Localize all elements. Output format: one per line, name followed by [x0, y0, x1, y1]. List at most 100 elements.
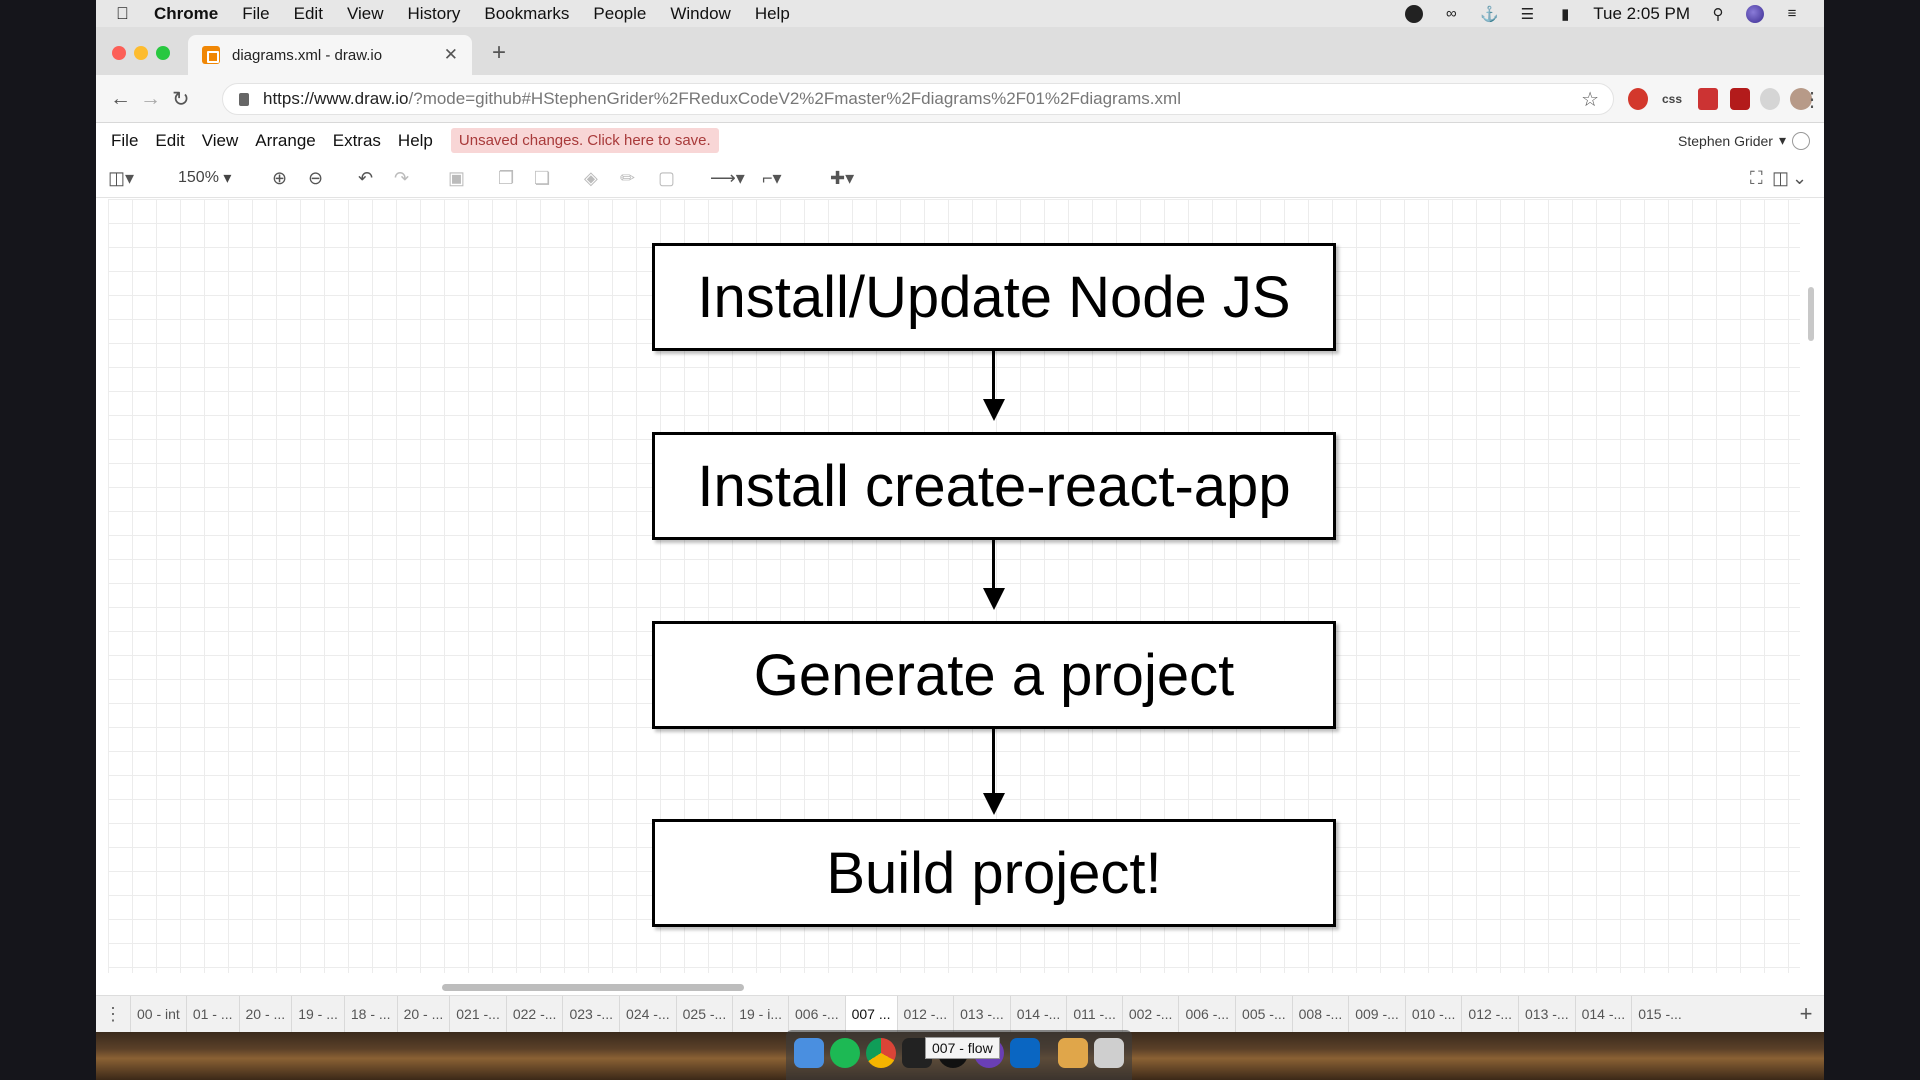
collapse-chevron-icon[interactable]: ⌄: [1792, 167, 1807, 189]
glasses-icon[interactable]: ∞: [1441, 5, 1461, 23]
redo-icon[interactable]: ↷: [394, 167, 409, 189]
page-tab[interactable]: 024 -...: [619, 995, 676, 1032]
folder-icon[interactable]: [1058, 1038, 1088, 1068]
zoom-out-icon[interactable]: ⊖: [308, 167, 323, 189]
page-tab[interactable]: 012 -...: [1461, 995, 1518, 1032]
page-tab[interactable]: 025 -...: [675, 995, 733, 1032]
chrome-icon[interactable]: [866, 1038, 896, 1068]
siri-icon[interactable]: [1746, 4, 1764, 23]
vscode-icon[interactable]: [1010, 1038, 1040, 1068]
format-panel-toggle-icon[interactable]: ◫▾: [108, 167, 134, 189]
page-tab[interactable]: 021 -...: [449, 995, 506, 1032]
chrome-menu-icon[interactable]: ⋮: [1802, 88, 1822, 111]
menubar-edit[interactable]: Edit: [294, 4, 323, 24]
drawio-menu-edit[interactable]: Edit: [155, 131, 184, 151]
spotlight-search-icon[interactable]: ⚲: [1708, 5, 1728, 23]
apple-menu-icon[interactable]: : [116, 4, 136, 24]
fill-color-icon[interactable]: ◈: [584, 167, 598, 189]
page-tab[interactable]: 011 -...: [1066, 995, 1122, 1032]
back-button[interactable]: ←: [110, 87, 131, 111]
drawio-menu-help[interactable]: Help: [398, 131, 433, 151]
page-tab[interactable]: 20 - ...: [396, 995, 450, 1032]
extension-css-icon[interactable]: css: [1658, 88, 1686, 110]
to-back-icon[interactable]: ❏: [534, 167, 550, 189]
window-close-button[interactable]: [112, 46, 126, 60]
user-menu[interactable]: Stephen Grider ▾: [1678, 131, 1810, 150]
horizontal-scrollbar[interactable]: [442, 984, 744, 991]
spotify-icon[interactable]: [830, 1038, 860, 1068]
bookmark-star-icon[interactable]: ☆: [1581, 87, 1599, 112]
extension-grey-icon[interactable]: [1760, 88, 1780, 110]
vertical-scrollbar[interactable]: [1808, 287, 1814, 341]
page-tab[interactable]: 002 -...: [1121, 995, 1179, 1032]
shadow-icon[interactable]: ▢: [658, 167, 675, 189]
insert-plus-icon[interactable]: ✚▾: [830, 167, 854, 189]
page-tab[interactable]: 023 -...: [562, 995, 619, 1032]
menubar-clock[interactable]: Tue 2:05 PM: [1593, 4, 1690, 24]
page-tab[interactable]: 015 -...: [1631, 995, 1688, 1032]
page-tab[interactable]: 19 - i...: [732, 995, 788, 1032]
page-tab[interactable]: 014 -...: [1009, 995, 1067, 1032]
waypoints-icon[interactable]: ⌐▾: [762, 167, 782, 189]
flow-node-install-node[interactable]: Install/Update Node JS: [652, 243, 1336, 351]
split-panel-icon[interactable]: ◫: [1772, 167, 1789, 189]
page-tab[interactable]: 012 -...: [896, 995, 954, 1032]
flow-node-install-cra[interactable]: Install create-react-app: [652, 432, 1336, 540]
drawio-menu-view[interactable]: View: [202, 131, 239, 151]
page-tab[interactable]: 00 - int: [130, 995, 186, 1032]
flow-node-generate-project[interactable]: Generate a project: [652, 621, 1336, 729]
creative-cloud-icon[interactable]: [1405, 4, 1424, 23]
address-bar[interactable]: https://www.draw.io /?mode=github#HSteph…: [222, 83, 1614, 115]
menubar-help[interactable]: Help: [755, 4, 790, 24]
zoom-in-icon[interactable]: ⊕: [272, 167, 287, 189]
page-tab[interactable]: 008 -...: [1291, 995, 1349, 1032]
menubar-app-name[interactable]: Chrome: [154, 4, 218, 24]
page-tab[interactable]: 006 -...: [788, 995, 845, 1032]
extension-ublock-icon[interactable]: [1730, 88, 1750, 110]
line-color-icon[interactable]: ✏: [620, 167, 635, 189]
notification-center-icon[interactable]: ≡: [1782, 5, 1802, 23]
undo-icon[interactable]: ↶: [358, 167, 373, 189]
page-tab-active[interactable]: 007 ...: [844, 995, 897, 1032]
browser-tab-diagrams[interactable]: diagrams.xml - draw.io ✕: [188, 35, 472, 75]
battery-icon[interactable]: ▮: [1555, 5, 1575, 23]
lock-icon[interactable]: [239, 92, 249, 106]
page-tab[interactable]: 013 -...: [1518, 995, 1575, 1032]
new-tab-button[interactable]: +: [492, 39, 506, 67]
page-tab[interactable]: 19 - ...: [291, 995, 344, 1032]
trash-icon[interactable]: [1094, 1038, 1124, 1068]
menubar-history[interactable]: History: [407, 4, 460, 24]
drawio-menu-extras[interactable]: Extras: [333, 131, 381, 151]
menubar-file[interactable]: File: [242, 4, 269, 24]
page-tab[interactable]: 01 - ...: [185, 995, 239, 1032]
finder-icon[interactable]: [794, 1038, 824, 1068]
drawio-menu-arrange[interactable]: Arrange: [255, 131, 315, 151]
unsaved-changes-banner[interactable]: Unsaved changes. Click here to save.: [450, 128, 719, 153]
page-tab[interactable]: 009 -...: [1348, 995, 1405, 1032]
page-tab[interactable]: 005 -...: [1235, 995, 1292, 1032]
zoom-level-dropdown[interactable]: 150% ▾: [178, 167, 231, 189]
page-menu-icon[interactable]: ⋮: [96, 1004, 130, 1025]
page-tab[interactable]: 20 - ...: [238, 995, 292, 1032]
extension-shield-red-icon[interactable]: [1628, 88, 1648, 110]
window-minimize-button[interactable]: [134, 46, 148, 60]
wifi-icon[interactable]: ☰: [1517, 5, 1537, 23]
page-tab[interactable]: 006 -...: [1178, 995, 1235, 1032]
page-tab[interactable]: 013 -...: [953, 995, 1010, 1032]
page-tab[interactable]: 022 -...: [505, 995, 563, 1032]
fullscreen-icon[interactable]: ⛶: [1750, 167, 1763, 189]
page-tab[interactable]: 014 -...: [1574, 995, 1632, 1032]
menubar-view[interactable]: View: [347, 4, 384, 24]
to-front-icon[interactable]: ❐: [498, 167, 514, 189]
tab-close-icon[interactable]: ✕: [444, 45, 458, 65]
page-tab[interactable]: 010 -...: [1404, 995, 1462, 1032]
flow-connector[interactable]: [992, 729, 995, 801]
connection-arrow-icon[interactable]: ⟶▾: [710, 167, 745, 189]
window-zoom-button[interactable]: [156, 46, 170, 60]
language-globe-icon[interactable]: [1792, 131, 1810, 150]
docker-icon[interactable]: ⚓: [1479, 5, 1499, 23]
flow-node-build-project[interactable]: Build project!: [652, 819, 1336, 927]
add-page-icon[interactable]: +: [1788, 1001, 1824, 1027]
drawio-menu-file[interactable]: File: [111, 131, 138, 151]
extension-dots-icon[interactable]: [1698, 88, 1718, 110]
